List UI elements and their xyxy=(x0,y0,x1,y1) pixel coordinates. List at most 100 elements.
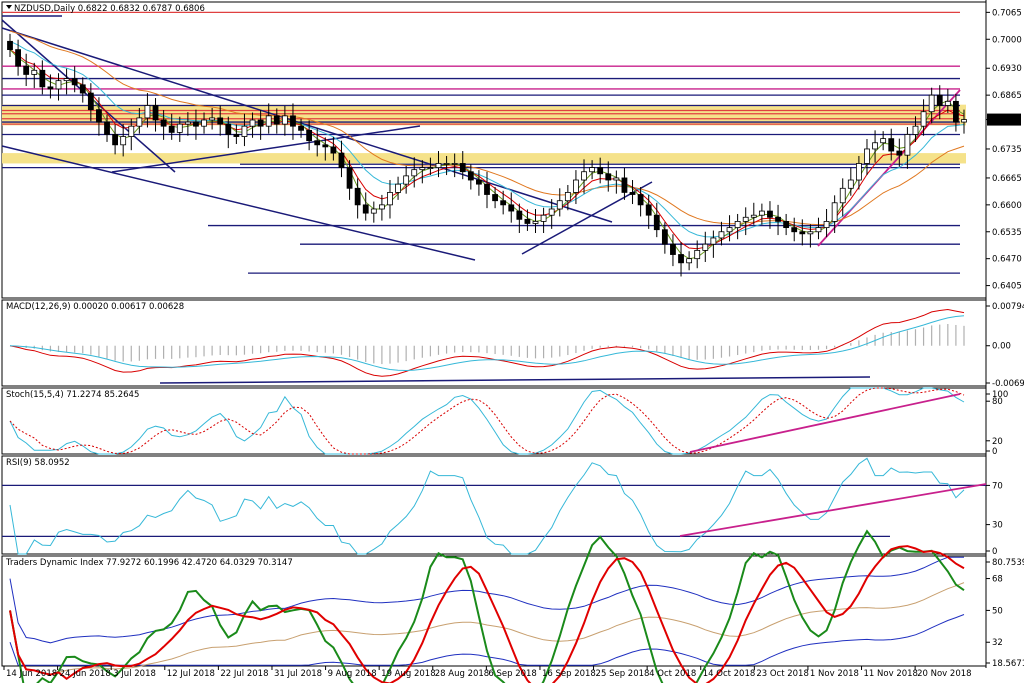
candle-body xyxy=(807,231,814,235)
moving-average-line xyxy=(9,49,965,250)
candle-body xyxy=(39,69,46,88)
candle-body xyxy=(144,105,151,119)
price-tick-label: 0.6735 xyxy=(992,145,1022,155)
candle-body xyxy=(629,192,636,195)
candle-body xyxy=(637,194,644,206)
trendline xyxy=(111,125,421,173)
candle-body xyxy=(184,121,191,125)
pane-frame xyxy=(1,555,987,667)
candle-body xyxy=(831,202,838,222)
candle-body xyxy=(15,49,21,67)
candle-body xyxy=(314,140,321,146)
collapse-arrow-icon xyxy=(6,5,12,9)
indicator-tick-label: 70 xyxy=(992,481,1003,491)
candle-body xyxy=(338,152,345,168)
sr-zone xyxy=(2,153,966,164)
candle-body xyxy=(564,192,571,202)
date-tick-label: 23 Oct 2018 xyxy=(756,669,809,679)
candle-body xyxy=(330,146,337,154)
stoch-trendline xyxy=(689,393,961,453)
candle-body xyxy=(573,179,579,193)
candle-body xyxy=(686,258,693,264)
candle-body xyxy=(47,86,54,90)
indicator-tick-label: 0 xyxy=(992,447,997,457)
indicator-tick-label: 80.7539 xyxy=(992,558,1024,568)
candle-body xyxy=(872,142,878,150)
candle-body xyxy=(791,227,798,233)
candle-body xyxy=(23,65,30,75)
price-tick-label: 0.6470 xyxy=(992,255,1022,265)
candle-body xyxy=(265,115,272,127)
indicator-title: RSI(9) 58.0952 xyxy=(6,458,70,468)
macd-line xyxy=(9,308,965,377)
candle-body xyxy=(694,249,701,260)
price-tick-label: 0.6665 xyxy=(992,174,1022,184)
rsi-line xyxy=(9,457,965,555)
candle-body xyxy=(508,204,515,212)
candle-body xyxy=(548,208,555,216)
candle-body xyxy=(799,231,806,235)
date-tick-label: 24 Jun 2018 xyxy=(60,669,111,679)
price-tick-label: 0.6865 xyxy=(992,91,1022,101)
candle-body xyxy=(467,171,474,181)
date-tick-label: 12 Jul 2018 xyxy=(167,669,215,679)
candle-body xyxy=(581,171,587,181)
candle-body xyxy=(953,100,959,123)
candle-body xyxy=(839,187,846,204)
candle-body xyxy=(524,218,531,224)
candle-body xyxy=(427,167,434,169)
date-tick-label: 14 Oct 2018 xyxy=(703,669,756,679)
candle-body xyxy=(257,119,264,127)
candle-body xyxy=(79,84,86,94)
candle-body xyxy=(540,214,547,222)
candle-body xyxy=(589,167,596,173)
candle-body xyxy=(678,254,684,264)
candle-body xyxy=(443,163,450,165)
date-tick-label: 14 Jun 2018 xyxy=(6,669,57,679)
candle-body xyxy=(823,221,830,229)
date-tick-label: 22 Jul 2018 xyxy=(220,669,268,679)
candle-body xyxy=(726,227,733,233)
indicator-tick-label: 50 xyxy=(992,606,1003,616)
indicator-tick-label: 0 xyxy=(992,547,997,557)
indicator-tick-label: 32 xyxy=(992,638,1003,648)
candle-body xyxy=(193,121,199,127)
candle-body xyxy=(484,183,490,195)
chart-canvas: 0.7065 0.7000 0.6930 0.6865 0.6806 0.6735 0.66… xyxy=(1,0,1024,683)
candle-body xyxy=(734,221,741,229)
date-tick-label: 20 Nov 2018 xyxy=(917,669,971,679)
candle-body xyxy=(290,115,296,127)
candle-body xyxy=(613,177,620,181)
candle-body xyxy=(209,117,216,121)
candle-body xyxy=(387,192,393,206)
candle-body xyxy=(653,214,660,231)
candle-body xyxy=(492,194,498,202)
candle-body xyxy=(904,134,911,156)
candle-body xyxy=(920,111,927,127)
candle-body xyxy=(168,125,175,133)
date-tick-label: 16 Sep 2018 xyxy=(542,669,596,679)
date-tick-label: 9 Aug 2018 xyxy=(328,669,377,679)
candle-body xyxy=(775,216,781,222)
stoch-d-line xyxy=(9,387,965,455)
last-price-label: 0.6806 xyxy=(990,116,1020,126)
candle-body xyxy=(661,229,668,245)
tdi-upper-band xyxy=(9,556,964,644)
candle-body xyxy=(298,125,304,131)
candle-body xyxy=(71,78,78,86)
candle-body xyxy=(281,115,288,125)
date-tick-label: 3 Jul 2018 xyxy=(113,669,156,679)
candle-body xyxy=(96,109,102,123)
candle-body xyxy=(476,179,482,185)
candle-body xyxy=(176,123,183,133)
candle-body xyxy=(395,183,401,193)
candle-body xyxy=(419,167,426,171)
date-tick-label: 11 Nov 2018 xyxy=(864,669,918,679)
date-tick-label: 31 Jul 2018 xyxy=(274,669,322,679)
price-tick-label: 0.7000 xyxy=(992,35,1022,45)
candle-body xyxy=(451,163,458,165)
candle-body xyxy=(767,210,773,218)
candle-body xyxy=(961,119,967,123)
indicator-tick-label: 0.00794 xyxy=(992,302,1024,312)
candle-body xyxy=(758,210,765,216)
